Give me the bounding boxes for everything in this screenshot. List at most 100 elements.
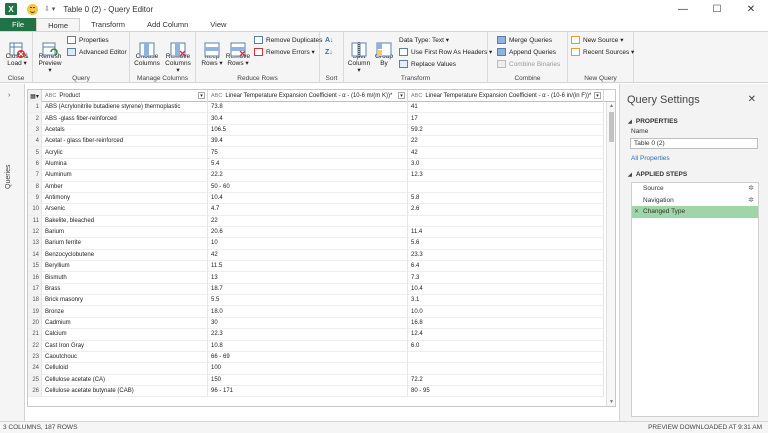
recent-sources-button[interactable]: Recent Sources ▾ [571,48,634,56]
tab-add-column[interactable]: Add Column [136,18,199,31]
table-row[interactable]: 26 Cellulose acetate butynate (CAB) 96 - 1… [28,385,615,398]
group-by-button[interactable]: Group By [373,35,395,67]
tab-view[interactable]: View [199,18,237,31]
table-row[interactable]: 10 Arsenic 4.7 2.6 [28,204,615,216]
cell-metric-value[interactable]: 39.4 [208,136,408,148]
table-row[interactable]: 22 Cast Iron Gray 10.8 6.0 [28,340,615,352]
table-menu-icon[interactable]: ▦▾ [28,90,42,102]
tab-file[interactable]: File [0,18,37,31]
new-source-button[interactable]: New Source ▾ [571,36,623,44]
scrollbar-thumb[interactable] [609,112,614,142]
cell-product[interactable]: ABS (Acrylonitrile butadiene styrene) th… [42,102,208,114]
cell-product[interactable]: Caoutchouc [42,351,208,364]
applied-step-source[interactable]: Source ✲ [632,183,758,195]
cell-imperial-value[interactable]: 5.6 [408,238,604,250]
table-row[interactable]: 23 Caoutchouc 66 - 69 [28,351,615,364]
cell-metric-value[interactable]: 10 [208,238,408,250]
cell-product[interactable]: Cadmium [42,317,208,330]
combine-binaries-button[interactable]: Combine Binaries [497,60,560,68]
split-column-button[interactable]: Split Column ▾ [346,35,372,74]
table-row[interactable]: 20 Cadmium 30 16.8 [28,317,615,330]
cell-metric-value[interactable]: 100 [208,363,408,375]
cell-imperial-value[interactable]: 72.2 [408,374,604,386]
cell-product[interactable]: Bronze [42,306,208,318]
table-row[interactable]: 3 Acetals 106.5 59.2 [28,124,615,137]
cell-imperial-value[interactable]: 23.3 [408,249,604,262]
applied-step-navigation[interactable]: Navigation ✲ [632,195,758,207]
cell-imperial-value[interactable]: 16.8 [408,317,604,330]
cell-product[interactable]: Acetal - glass fiber-reinforced [42,136,208,148]
remove-duplicates-button[interactable]: Remove Duplicates [254,36,322,44]
sort-ascending-button[interactable]: A↓ [325,37,334,44]
cell-product[interactable]: Barium ferrite [42,238,208,250]
use-first-row-headers-button[interactable]: Use First Row As Headers ▾ [399,48,492,56]
cell-imperial-value[interactable]: 59.2 [408,124,604,137]
gear-icon[interactable]: ✲ [748,184,754,192]
refresh-preview-button[interactable]: Refresh Preview ▾ [36,35,64,74]
filter-dropdown-icon[interactable]: ▾ [594,92,601,99]
keep-rows-button[interactable]: Keep Rows ▾ [199,35,225,67]
cell-product[interactable]: Beryllium [42,261,208,273]
cell-product[interactable]: Cast Iron Gray [42,340,208,352]
table-row[interactable]: 2 ABS -glass fiber-reinforced 30.4 17 [28,113,615,125]
cell-metric-value[interactable]: 10.8 [208,340,408,352]
close-icon[interactable]: ✕ [748,94,756,105]
cell-imperial-value[interactable] [408,351,604,364]
cell-product[interactable]: Benzocyclobutene [42,249,208,262]
close-button[interactable]: ✕ [734,0,768,18]
table-row[interactable]: 9 Antimony 10.4 5.8 [28,192,615,205]
cell-imperial-value[interactable] [408,363,604,375]
replace-values-button[interactable]: Replace Values [399,60,456,68]
cell-metric-value[interactable]: 13 [208,272,408,284]
cell-metric-value[interactable]: 106.5 [208,124,408,137]
table-row[interactable]: 15 Beryllium 11.5 6.4 [28,261,615,273]
table-row[interactable]: 11 Bakelite, bleached 22 [28,215,615,227]
cell-imperial-value[interactable]: 5.8 [408,192,604,205]
table-row[interactable]: 12 Barium 20.6 11.4 [28,226,615,239]
chevron-right-icon[interactable]: › [8,92,10,99]
filter-dropdown-icon[interactable]: ▾ [198,92,205,99]
cell-imperial-value[interactable] [408,181,604,193]
table-row[interactable]: 21 Calcium 22.3 12.4 [28,329,615,341]
cell-imperial-value[interactable]: 6.0 [408,340,604,352]
column-header-imperial[interactable]: ABC Linear Temperature Expansion Coeffic… [408,90,604,102]
cell-imperial-value[interactable]: 6.4 [408,261,604,273]
close-load-button[interactable]: Close & Load ▾ [3,35,31,67]
scroll-down-icon[interactable]: ▼ [609,399,614,405]
applied-step-changed-type[interactable]: ✕ Changed Type [632,206,758,218]
append-queries-button[interactable]: Append Queries [497,48,556,56]
table-row[interactable]: 13 Barium ferrite 10 5.6 [28,238,615,250]
cell-metric-value[interactable]: 22.2 [208,170,408,182]
cell-imperial-value[interactable]: 41 [408,102,604,114]
cell-product[interactable]: Barium [42,226,208,239]
data-preview-grid[interactable]: ▦▾ ABC Product ▾ ABC Linear Temperature … [27,89,616,407]
cell-metric-value[interactable]: 75 [208,147,408,159]
filter-dropdown-icon[interactable]: ▾ [398,92,405,99]
smiley-feedback-icon[interactable] [27,3,38,15]
cell-metric-value[interactable]: 96 - 171 [208,385,408,398]
cell-imperial-value[interactable] [408,215,604,227]
cell-product[interactable]: Antimony [42,192,208,205]
table-row[interactable]: 1 ABS (Acrylonitrile butadiene styrene) t… [28,102,615,114]
cell-metric-value[interactable]: 4.7 [208,204,408,216]
table-row[interactable]: 4 Acetal - glass fiber-reinforced 39.4 22 [28,136,615,148]
cell-metric-value[interactable]: 42 [208,249,408,262]
cell-imperial-value[interactable]: 42 [408,147,604,159]
cell-metric-value[interactable]: 18.0 [208,306,408,318]
cell-metric-value[interactable]: 11.5 [208,261,408,273]
properties-button[interactable]: Properties [67,36,109,44]
cell-product[interactable]: Arsenic [42,204,208,216]
cell-product[interactable]: Aluminum [42,170,208,182]
cell-product[interactable]: Celluloid [42,363,208,375]
table-row[interactable]: 18 Brick masonry 5.5 3.1 [28,295,615,307]
cell-imperial-value[interactable]: 12.3 [408,170,604,182]
remove-rows-button[interactable]: Remove Rows ▾ [225,35,251,67]
cell-product[interactable]: Acetals [42,124,208,137]
sort-descending-button[interactable]: Z↓ [325,49,333,56]
tab-transform[interactable]: Transform [80,18,136,31]
cell-metric-value[interactable]: 30 [208,317,408,330]
cell-metric-value[interactable]: 150 [208,374,408,386]
cell-product[interactable]: ABS -glass fiber-reinforced [42,113,208,125]
cell-product[interactable]: Bismuth [42,272,208,284]
table-row[interactable]: 25 Cellulose acetate (CA) 150 72.2 [28,374,615,386]
